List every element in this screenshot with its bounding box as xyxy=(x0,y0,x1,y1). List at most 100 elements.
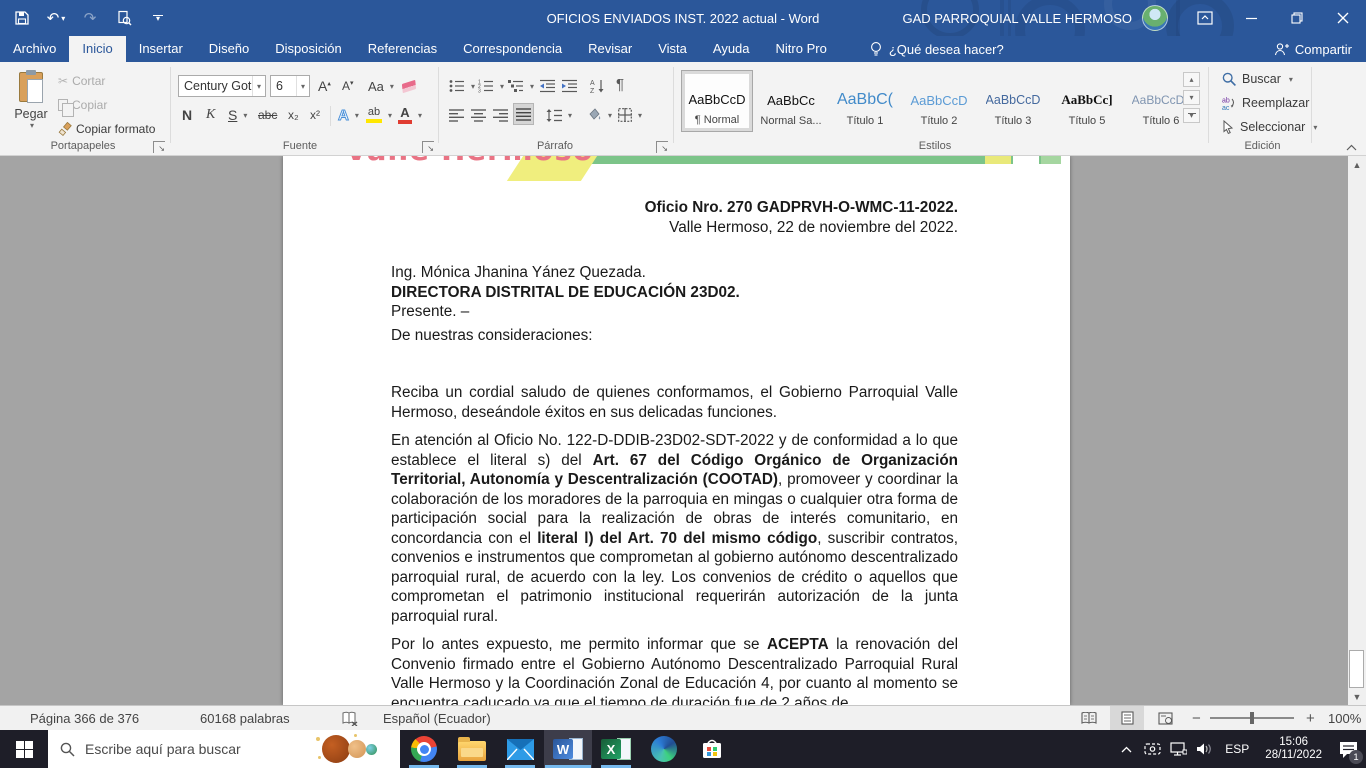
taskbar-word[interactable]: W xyxy=(544,730,592,768)
zoom-in-button[interactable]: + xyxy=(1306,706,1315,730)
cut-button[interactable]: ✂ Cortar xyxy=(56,70,107,92)
underline-button[interactable]: S ▾ xyxy=(226,104,249,126)
increase-indent-button[interactable] xyxy=(560,75,579,97)
redo-button[interactable]: ↷ xyxy=(78,5,102,31)
style-titulo-3[interactable]: AaBbCcD Título 3 xyxy=(977,70,1049,132)
document-page[interactable]: Valle Hermoso Oficio Nro. 270 GADPRVH-O-… xyxy=(283,156,1070,705)
decrease-indent-button[interactable] xyxy=(538,75,557,97)
find-button[interactable]: Buscar ▾ xyxy=(1222,72,1293,86)
share-button[interactable]: Compartir xyxy=(1274,36,1352,62)
taskbar-edge[interactable] xyxy=(640,730,688,768)
styles-scroll-down[interactable]: ▾ xyxy=(1183,90,1200,105)
clear-formatting-button[interactable] xyxy=(400,75,418,97)
grow-font-button[interactable]: A▴ xyxy=(316,75,333,97)
word-count[interactable]: 60168 palabras xyxy=(200,706,290,730)
print-layout-button[interactable] xyxy=(1110,706,1144,730)
line-spacing-button[interactable]: ▾ xyxy=(544,104,574,126)
page-indicator[interactable]: Página 366 de 376 xyxy=(30,706,139,730)
replace-button[interactable]: ab ac Reemplazar xyxy=(1222,96,1309,110)
select-button[interactable]: Seleccionar ▾ xyxy=(1222,120,1317,134)
tab-diseno[interactable]: Diseño xyxy=(196,36,262,62)
font-family-combo[interactable]: Century Gothi ▾ xyxy=(178,75,266,97)
undo-button[interactable]: ↶ ▾ xyxy=(44,5,68,31)
font-color-button[interactable]: A ▾ xyxy=(396,104,424,126)
subscript-button[interactable]: x₂ xyxy=(286,104,301,126)
web-layout-button[interactable] xyxy=(1148,706,1182,730)
styles-scroll-up[interactable]: ▴ xyxy=(1183,72,1200,87)
tray-volume-button[interactable] xyxy=(1191,730,1217,768)
proofing-status[interactable] xyxy=(342,706,358,730)
tab-archivo[interactable]: Archivo xyxy=(0,36,69,62)
tab-ayuda[interactable]: Ayuda xyxy=(700,36,763,62)
highlight-button[interactable]: ab ▾ xyxy=(364,104,394,126)
tab-inicio[interactable]: Inicio xyxy=(69,36,126,62)
align-center-button[interactable] xyxy=(469,104,488,126)
tab-insertar[interactable]: Insertar xyxy=(126,36,196,62)
action-center-button[interactable]: 1 xyxy=(1330,730,1366,768)
tab-disposicion[interactable]: Disposición xyxy=(262,36,354,62)
align-right-button[interactable] xyxy=(491,104,510,126)
customize-quick-access-button[interactable]: ▾ xyxy=(146,5,170,31)
show-marks-button[interactable]: ¶ xyxy=(614,73,626,95)
zoom-out-button[interactable]: − xyxy=(1192,706,1201,730)
tab-vista[interactable]: Vista xyxy=(645,36,700,62)
zoom-slider[interactable] xyxy=(1210,706,1294,730)
sort-button[interactable]: A Z xyxy=(588,75,608,97)
bold-button[interactable]: N xyxy=(180,104,200,126)
align-left-button[interactable] xyxy=(447,104,466,126)
tell-me-box[interactable]: ¿Qué desea hacer? xyxy=(858,36,1016,62)
tray-clock[interactable]: 15:06 28/11/2022 xyxy=(1257,736,1330,762)
paste-button[interactable]: Pegar ▾ xyxy=(8,68,54,138)
justify-button[interactable] xyxy=(513,103,534,125)
style-titulo-2[interactable]: AaBbCcD Título 2 xyxy=(903,70,975,132)
print-preview-button[interactable] xyxy=(112,5,136,31)
start-button[interactable] xyxy=(0,730,48,768)
account-avatar[interactable] xyxy=(1142,5,1168,31)
style-titulo-1[interactable]: AaBbC( Título 1 xyxy=(829,70,901,132)
copy-button[interactable]: Copiar xyxy=(56,94,109,117)
strikethrough-button[interactable]: abc xyxy=(256,104,279,126)
shrink-font-button[interactable]: A▾ xyxy=(340,75,356,97)
borders-button[interactable]: ▾ xyxy=(616,104,644,126)
restore-button[interactable] xyxy=(1274,0,1320,36)
taskbar-excel[interactable]: X xyxy=(592,730,640,768)
save-button[interactable] xyxy=(10,5,34,31)
taskbar-file-explorer[interactable] xyxy=(448,730,496,768)
text-effects-button[interactable]: A ▾ xyxy=(336,104,361,126)
taskbar-search-box[interactable]: Escribe aquí para buscar xyxy=(48,730,400,768)
font-dialog-launcher[interactable]: ↘ xyxy=(422,141,434,153)
taskbar-store[interactable] xyxy=(688,730,736,768)
superscript-button[interactable]: x² xyxy=(308,104,322,126)
bullets-button[interactable]: ▾ xyxy=(447,75,477,97)
tray-language-indicator[interactable]: ESP xyxy=(1217,742,1257,756)
styles-gallery-expand[interactable]: ▾ xyxy=(1183,108,1200,123)
style-titulo-5[interactable]: AaBbCc] Título 5 xyxy=(1051,70,1123,132)
format-painter-button[interactable]: Copiar formato xyxy=(56,118,157,140)
change-case-button[interactable]: Aa ▾ xyxy=(366,75,396,97)
language-indicator[interactable]: Español (Ecuador) xyxy=(383,706,491,730)
style-normal[interactable]: AaBbCcD ¶ Normal xyxy=(681,70,753,132)
taskbar-chrome[interactable] xyxy=(400,730,448,768)
minimize-button[interactable] xyxy=(1228,0,1274,36)
tray-cast-button[interactable] xyxy=(1139,730,1165,768)
vertical-scrollbar[interactable]: ▲ ▼ xyxy=(1348,156,1366,705)
zoom-slider-thumb[interactable] xyxy=(1250,712,1254,724)
tray-expand-button[interactable] xyxy=(1113,730,1139,768)
multilevel-list-button[interactable]: ▾ xyxy=(506,75,536,97)
tray-network-button[interactable] xyxy=(1165,730,1191,768)
clipboard-dialog-launcher[interactable]: ↘ xyxy=(153,141,165,153)
font-size-combo[interactable]: 6 ▾ xyxy=(270,75,310,97)
style-normal-sa[interactable]: AaBbCc Normal Sa... xyxy=(755,70,827,132)
scrollbar-thumb[interactable] xyxy=(1349,650,1364,688)
account-name[interactable]: GAD PARROQUIAL VALLE HERMOSO xyxy=(903,11,1142,26)
tab-revisar[interactable]: Revisar xyxy=(575,36,645,62)
shading-button[interactable]: ▾ xyxy=(584,104,614,126)
read-mode-button[interactable] xyxy=(1072,706,1106,730)
scroll-up-arrow[interactable]: ▲ xyxy=(1348,156,1366,173)
numbering-button[interactable]: 1 2 3 ▾ xyxy=(476,75,506,97)
paragraph-dialog-launcher[interactable]: ↘ xyxy=(656,141,668,153)
zoom-level[interactable]: 100% xyxy=(1328,706,1361,730)
ribbon-display-options-button[interactable] xyxy=(1182,0,1228,36)
tab-referencias[interactable]: Referencias xyxy=(355,36,450,62)
close-button[interactable] xyxy=(1320,0,1366,36)
